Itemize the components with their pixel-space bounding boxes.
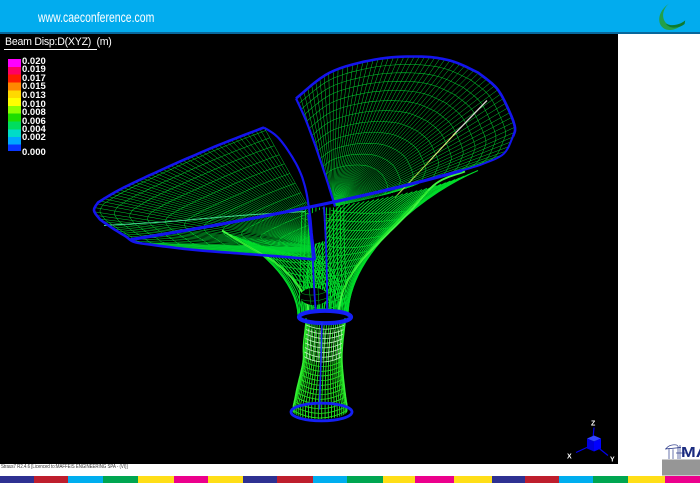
svg-text:MA: MA <box>681 444 700 460</box>
svg-text:Z: Z <box>591 420 596 427</box>
svg-text:Y: Y <box>610 456 615 463</box>
svg-text:X: X <box>567 453 572 460</box>
